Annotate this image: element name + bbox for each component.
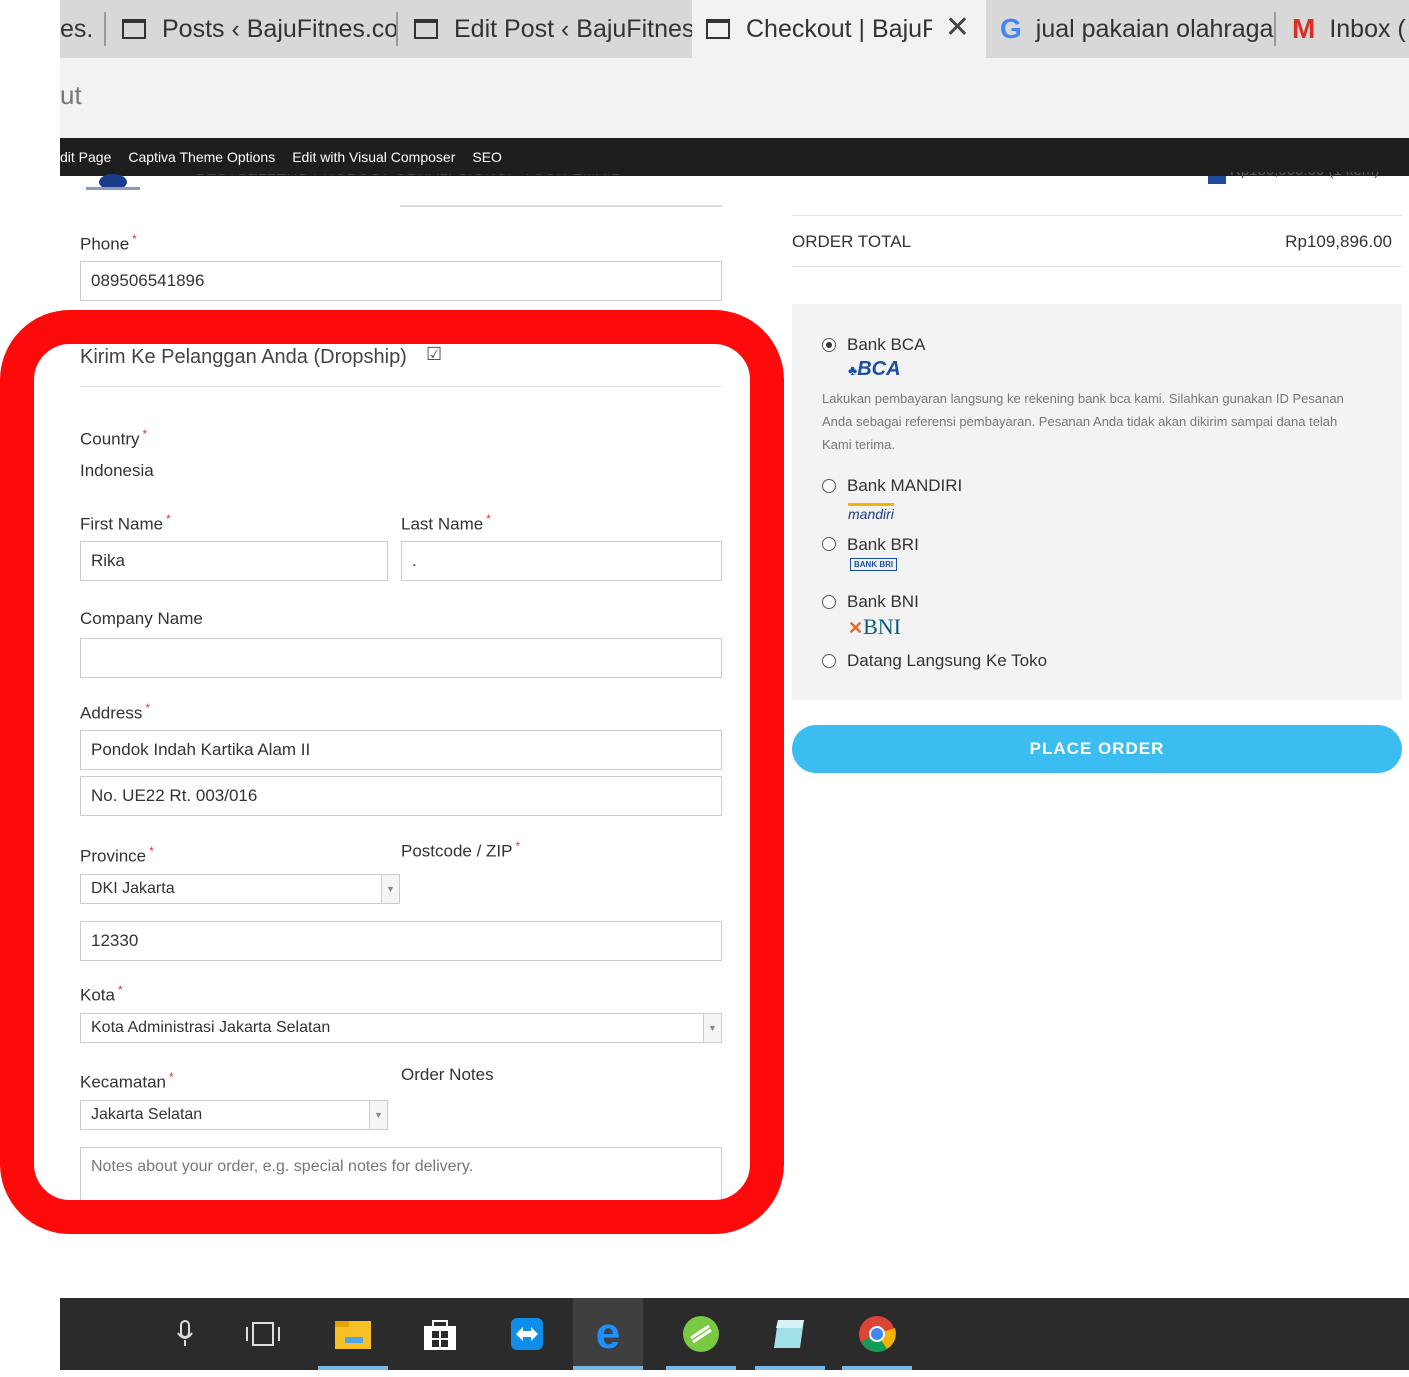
tab-separator bbox=[396, 12, 398, 46]
bca-logo: ♣BCA bbox=[848, 358, 901, 380]
bri-label[interactable]: Bank BRI bbox=[847, 535, 919, 555]
tab-checkout[interactable]: Checkout | BajuFit ✕ bbox=[692, 0, 986, 58]
bca-label[interactable]: Bank BCA bbox=[847, 335, 925, 355]
store-icon[interactable] bbox=[405, 1298, 475, 1370]
divider bbox=[792, 266, 1402, 267]
bri-radio[interactable] bbox=[822, 537, 836, 551]
edge-icon[interactable]: e bbox=[573, 1298, 643, 1370]
bca-description: Lakukan pembayaran langsung ke rekening … bbox=[822, 391, 1344, 452]
chrome-icon[interactable] bbox=[842, 1298, 912, 1370]
browser-tab-bar: es. Posts ‹ BajuFitnes.com Edit Post ‹ B… bbox=[60, 0, 1409, 58]
gmail-icon: M bbox=[1292, 13, 1316, 44]
tab-partial[interactable]: es. bbox=[60, 0, 106, 58]
screenshot-root: es. Posts ‹ BajuFitnes.com Edit Post ‹ B… bbox=[0, 0, 1409, 1377]
tab-label: jual pakaian olahraga bbox=[1035, 14, 1274, 43]
google-icon: G bbox=[1000, 13, 1022, 44]
payment-methods-panel: Bank BCA ♣BCA Lakukan pembayaran langsun… bbox=[792, 304, 1402, 700]
task-view-icon[interactable] bbox=[228, 1298, 298, 1370]
windows-taskbar: e bbox=[60, 1298, 1409, 1370]
admin-seo-link[interactable]: SEO bbox=[472, 149, 502, 165]
store-pickup-label[interactable]: Datang Langsung Ke Toko bbox=[847, 651, 1047, 671]
running-indicator bbox=[573, 1366, 643, 1370]
place-order-button[interactable]: PLACE ORDER bbox=[792, 725, 1402, 773]
tab-gmail[interactable]: M Inbox ( bbox=[1292, 0, 1409, 58]
page-icon bbox=[122, 19, 146, 39]
evernote-icon[interactable] bbox=[666, 1298, 736, 1370]
teamviewer-icon[interactable] bbox=[492, 1298, 562, 1370]
running-indicator bbox=[842, 1366, 912, 1370]
bni-radio[interactable] bbox=[822, 595, 836, 609]
bni-label[interactable]: Bank BNI bbox=[847, 592, 919, 612]
phone-field[interactable]: 089506541896 bbox=[80, 261, 722, 301]
order-total-label: ORDER TOTAL bbox=[792, 232, 912, 251]
running-indicator bbox=[666, 1366, 736, 1370]
page-icon bbox=[706, 19, 730, 39]
bri-logo: BANK BRI bbox=[850, 558, 898, 571]
page-icon bbox=[414, 19, 438, 39]
store-pickup-radio[interactable] bbox=[822, 654, 836, 668]
bca-radio[interactable] bbox=[822, 338, 836, 352]
order-total-value: Rp109,896.00 bbox=[1285, 232, 1392, 251]
admin-theme-options-link[interactable]: Captiva Theme Options bbox=[128, 149, 275, 165]
phone-label: Phone * bbox=[80, 232, 137, 254]
header-divider bbox=[400, 205, 722, 207]
tab-separator bbox=[104, 12, 106, 46]
site-logo[interactable] bbox=[82, 160, 144, 196]
bni-logo: ✕BNI bbox=[848, 614, 901, 639]
tab-google-search[interactable]: G jual pakaian olahraga bbox=[1000, 0, 1276, 58]
tab-posts[interactable]: Posts ‹ BajuFitnes.com bbox=[122, 0, 398, 58]
microphone-icon[interactable] bbox=[150, 1298, 220, 1370]
tab-label: Checkout | BajuFit bbox=[746, 14, 932, 43]
running-indicator bbox=[318, 1366, 388, 1370]
mandiri-label[interactable]: Bank MANDIRI bbox=[847, 476, 962, 496]
tab-edit-post[interactable]: Edit Post ‹ BajuFitnes.c bbox=[414, 0, 692, 58]
address-text: ut bbox=[60, 80, 82, 110]
running-indicator bbox=[755, 1366, 825, 1370]
admin-visual-composer-link[interactable]: Edit with Visual Composer bbox=[292, 149, 455, 165]
mandiri-radio[interactable] bbox=[822, 479, 836, 493]
tab-separator bbox=[1274, 12, 1276, 46]
wp-admin-bar: dit Page Captiva Theme Options Edit with… bbox=[60, 138, 1409, 176]
tab-label: Edit Post ‹ BajuFitnes.c bbox=[454, 14, 692, 43]
address-bar[interactable]: ut bbox=[60, 58, 1409, 138]
notes-app-icon[interactable] bbox=[755, 1298, 825, 1370]
tab-label: es. bbox=[60, 14, 94, 43]
tab-label: Inbox ( bbox=[1329, 14, 1406, 43]
mandiri-logo: mandiri bbox=[848, 503, 894, 522]
tab-label: Posts ‹ BajuFitnes.com bbox=[162, 14, 398, 43]
file-explorer-icon[interactable] bbox=[318, 1298, 388, 1370]
close-tab-icon[interactable]: ✕ bbox=[945, 10, 970, 45]
highlight-annotation bbox=[0, 310, 784, 1234]
divider bbox=[792, 215, 1402, 216]
required-mark: * bbox=[132, 232, 137, 246]
